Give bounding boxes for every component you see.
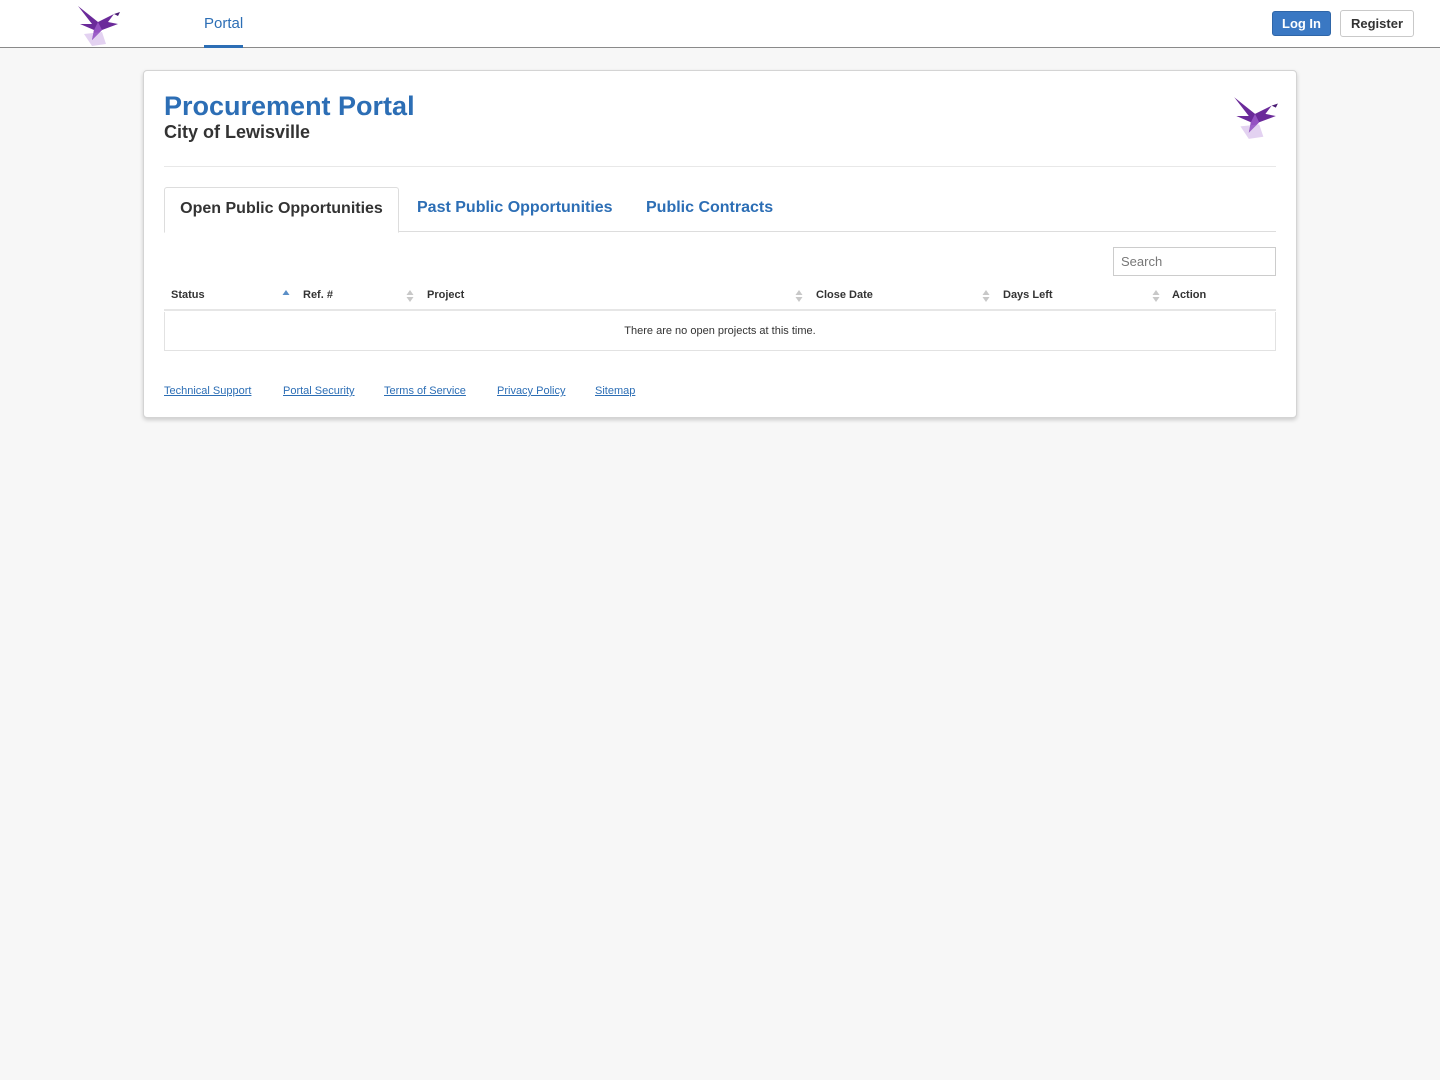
footer-link-terms-of-service[interactable]: Terms of Service [384, 385, 466, 397]
login-button[interactable]: Log In [1272, 11, 1331, 36]
register-button[interactable]: Register [1340, 10, 1414, 37]
purple-bird-logo-icon[interactable] [72, 0, 122, 48]
sort-icon[interactable] [406, 289, 414, 303]
footer-link-privacy-policy[interactable]: Privacy Policy [497, 385, 565, 397]
column-header-days-left[interactable]: Days Left [1003, 281, 1053, 311]
column-header-project[interactable]: Project [427, 281, 464, 311]
sort-icon[interactable] [795, 289, 803, 303]
column-header-status[interactable]: Status [171, 281, 205, 311]
footer-link-sitemap[interactable]: Sitemap [595, 385, 635, 397]
tab-open-public-opportunities[interactable]: Open Public Opportunities [164, 187, 399, 233]
nav-portal-link[interactable]: Portal [204, 0, 244, 48]
page-title: Procurement Portal [164, 91, 415, 121]
top-navigation-bar: Portal Log In Register [0, 0, 1440, 48]
opportunity-tabs: Open Public Opportunities Past Public Op… [164, 187, 1276, 233]
footer-link-portal-security[interactable]: Portal Security [283, 385, 355, 397]
header-divider [164, 166, 1276, 167]
sort-icon[interactable] [1152, 289, 1160, 303]
table-header: Status Ref. # Project Close Date Days Le… [164, 281, 1276, 311]
purple-bird-logo-icon [1234, 97, 1278, 139]
footer-link-technical-support[interactable]: Technical Support [164, 385, 251, 397]
empty-table-message: There are no open projects at this time. [164, 312, 1276, 351]
procurement-panel: Procurement Portal City of Lewisville Op… [143, 70, 1297, 418]
page-subtitle: City of Lewisville [164, 122, 311, 142]
sort-icon[interactable] [982, 289, 990, 303]
column-header-close-date[interactable]: Close Date [816, 281, 873, 311]
column-header-ref[interactable]: Ref. # [303, 281, 333, 311]
tab-past-public-opportunities[interactable]: Past Public Opportunities [417, 187, 613, 232]
tab-public-contracts[interactable]: Public Contracts [646, 187, 773, 232]
search-input[interactable] [1113, 247, 1276, 276]
sort-ascending-icon[interactable] [282, 289, 290, 303]
column-header-action: Action [1172, 289, 1207, 301]
